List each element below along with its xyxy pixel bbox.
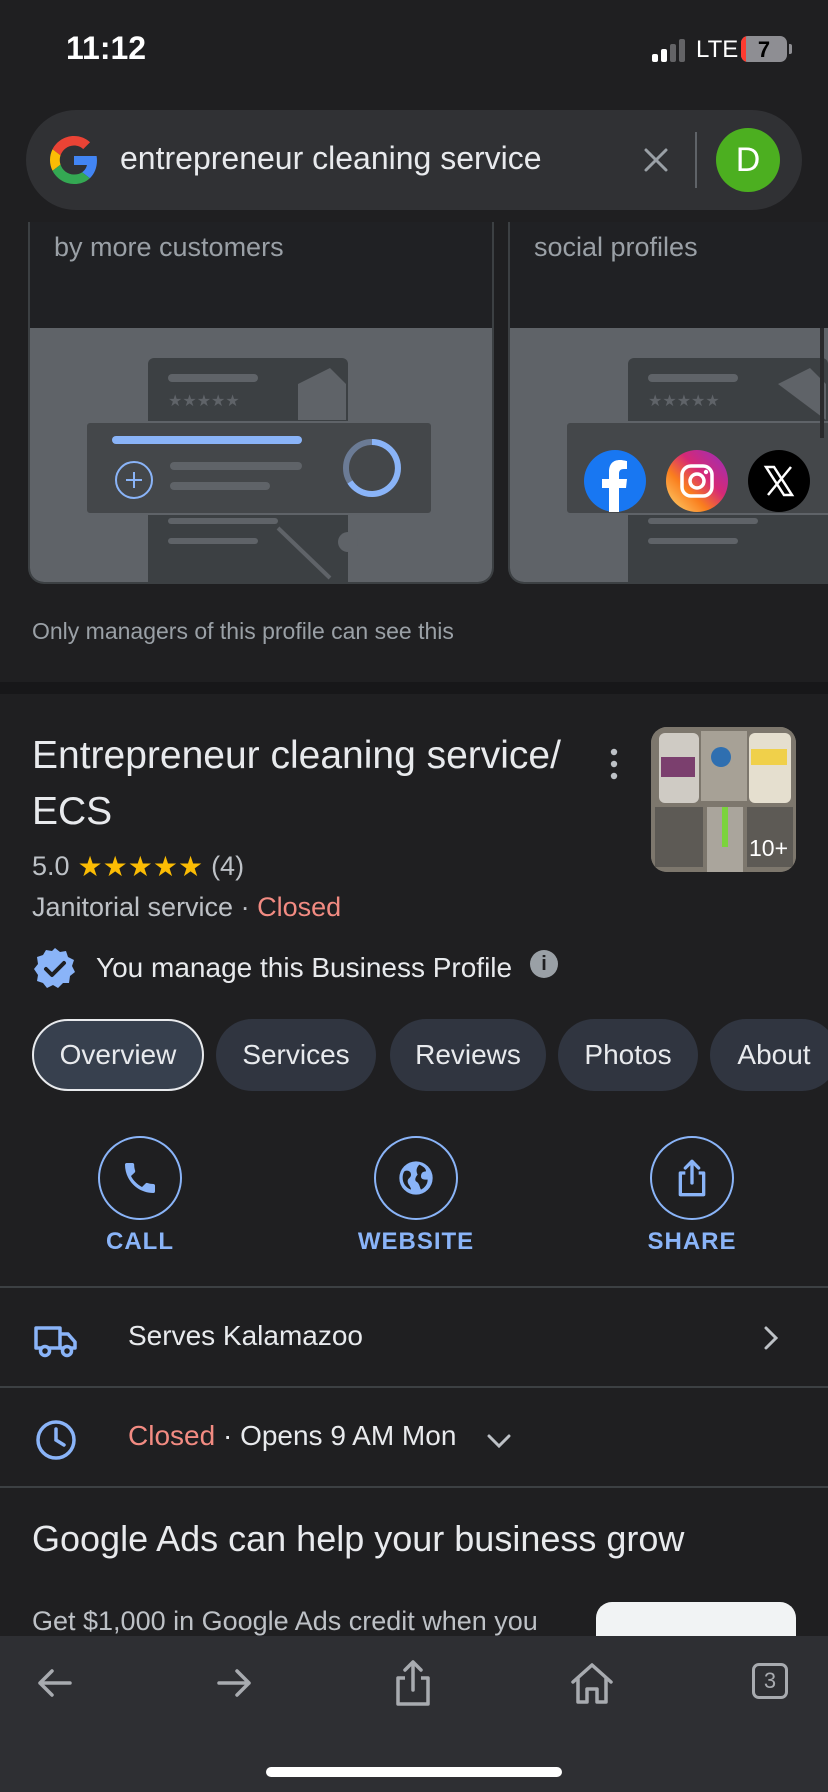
share-label: SHARE xyxy=(647,1228,737,1255)
managers-only-note: Only managers of this profile can see th… xyxy=(32,618,454,644)
status-bar: 11:12 LTE 7 xyxy=(0,0,828,100)
promo-illustration: ★★★★★ xyxy=(510,328,828,582)
hours-row[interactable]: Closed · Opens 9 AM Mon xyxy=(0,1390,828,1488)
review-count: (4) xyxy=(211,851,245,881)
promo-card-reviews[interactable]: by more customers ★★★★★ xyxy=(28,222,494,584)
manage-profile-text: You manage this Business Profile xyxy=(96,952,513,983)
business-category: Janitorial service xyxy=(32,892,234,922)
rating-row[interactable]: 5.0 ★★★★★ (4) xyxy=(32,850,244,883)
home-icon[interactable] xyxy=(567,1658,617,1708)
search-bar[interactable]: entrepreneur cleaning service D xyxy=(26,110,802,210)
globe-icon xyxy=(399,1161,433,1195)
promo-card-text: social profiles xyxy=(534,232,698,262)
website-button[interactable]: WEBSITE xyxy=(336,1136,496,1266)
verified-badge-icon xyxy=(34,948,75,988)
x-twitter-icon xyxy=(748,450,810,512)
star-rating-icon: ★★★★★ xyxy=(77,851,204,882)
tab-about[interactable]: About xyxy=(710,1019,828,1091)
search-input[interactable]: entrepreneur cleaning service xyxy=(120,140,542,177)
section-divider xyxy=(0,682,828,694)
tab-services[interactable]: Services xyxy=(216,1019,376,1091)
profile-tabs: Overview Services Reviews Photos About xyxy=(32,1019,828,1091)
tab-photos[interactable]: Photos xyxy=(558,1019,698,1091)
promo-illustration: ★★★★★ xyxy=(30,328,492,582)
info-icon[interactable]: i xyxy=(530,950,558,978)
promo-card-social[interactable]: social profiles ★★★★★ xyxy=(508,222,828,584)
phone-icon xyxy=(125,1163,155,1193)
call-label: CALL xyxy=(106,1228,174,1255)
business-name: Entrepreneur cleaning service/ ECS xyxy=(32,734,561,833)
back-icon[interactable] xyxy=(30,1658,80,1708)
tab-switcher-button[interactable]: 3 xyxy=(752,1663,788,1699)
divider xyxy=(0,1486,828,1488)
page: 11:12 LTE 7 entrepreneur cleaning servic… xyxy=(0,0,828,1792)
clock-icon xyxy=(36,1420,76,1460)
tab-overview[interactable]: Overview xyxy=(32,1019,204,1091)
signal-icon xyxy=(652,38,688,62)
tab-reviews[interactable]: Reviews xyxy=(390,1019,546,1091)
promo-card-text: by more customers xyxy=(54,232,284,262)
divider xyxy=(0,1386,828,1388)
ads-promo-title: Google Ads can help your business grow xyxy=(32,1518,685,1559)
chevron-down-icon[interactable] xyxy=(484,1426,514,1456)
google-logo-icon xyxy=(50,136,97,184)
rating-value: 5.0 xyxy=(32,851,70,881)
home-indicator[interactable] xyxy=(266,1767,562,1777)
forward-icon[interactable] xyxy=(209,1658,259,1708)
battery-level: 7 xyxy=(757,37,771,62)
photo-count: 10+ xyxy=(748,835,788,861)
hours-next-open: Opens 9 AM Mon xyxy=(240,1420,457,1451)
clear-search-icon[interactable] xyxy=(632,136,680,184)
share-button[interactable]: SHARE xyxy=(612,1136,772,1266)
facebook-icon xyxy=(584,450,646,512)
instagram-icon xyxy=(666,450,728,512)
hours-separator: · xyxy=(222,1420,233,1451)
svg-text:★★★★★: ★★★★★ xyxy=(648,391,720,410)
network-label: LTE xyxy=(696,36,739,63)
battery-icon: 7 xyxy=(741,36,787,62)
category-row: Janitorial service · Closed xyxy=(32,892,341,923)
svg-text:★★★★★: ★★★★★ xyxy=(168,391,240,410)
chevron-right-icon xyxy=(764,1326,779,1350)
service-area-row[interactable]: Serves Kalamazoo xyxy=(0,1290,828,1388)
manage-profile-row: You manage this Business Profile xyxy=(32,944,592,994)
share-icon xyxy=(678,1159,706,1197)
website-label: WEBSITE xyxy=(357,1228,475,1255)
account-avatar[interactable]: D xyxy=(716,128,780,192)
business-photo[interactable]: 10+ xyxy=(651,727,796,872)
more-options-icon[interactable] xyxy=(600,744,628,784)
hours-status: Closed xyxy=(128,1420,216,1451)
divider xyxy=(0,1286,828,1288)
service-area-text: Serves Kalamazoo xyxy=(128,1320,364,1351)
delivery-truck-icon xyxy=(34,1326,77,1358)
search-divider xyxy=(695,132,697,188)
share-page-icon[interactable] xyxy=(388,1658,438,1708)
ads-promo-text: Get $1,000 in Google Ads credit when you xyxy=(32,1606,538,1636)
open-status: Closed xyxy=(257,892,342,922)
call-button[interactable]: CALL xyxy=(60,1136,220,1266)
hours-text: Closed · Opens 9 AM Mon xyxy=(128,1420,456,1452)
status-time: 11:12 xyxy=(66,30,147,66)
category-separator: · xyxy=(240,892,250,922)
